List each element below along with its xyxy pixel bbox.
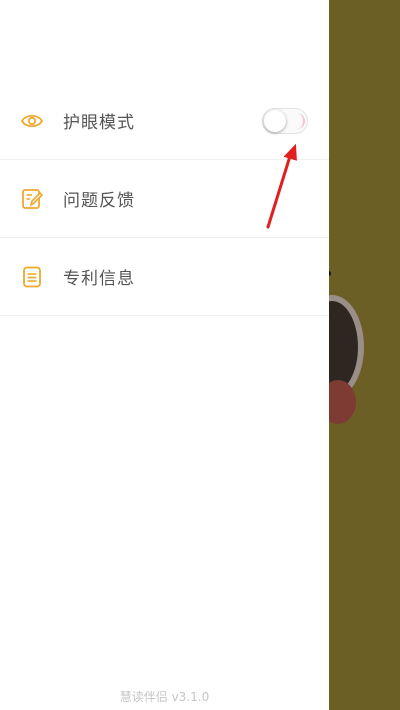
document-list-icon [20,265,44,289]
screen: 护眼模式 问题反馈 专利信息 慧读伴侣 v3.1.0 [0,0,400,710]
eye-icon [20,109,44,133]
app-version: 慧读伴侣 v3.1.0 [119,690,210,704]
toggle-track-hint [289,113,305,129]
eye-protection-toggle[interactable] [262,108,308,134]
side-drawer: 护眼模式 问题反馈 专利信息 慧读伴侣 v3.1.0 [0,0,329,710]
edit-note-icon [20,187,44,211]
menu-item-label: 专利信息 [63,269,135,289]
menu-item-label: 问题反馈 [63,191,135,211]
toggle-knob [264,110,286,132]
menu-item-label: 护眼模式 [63,113,135,133]
annotation-arrow-icon [266,143,297,229]
menu-item-patent-info[interactable]: 专利信息 [0,238,329,316]
